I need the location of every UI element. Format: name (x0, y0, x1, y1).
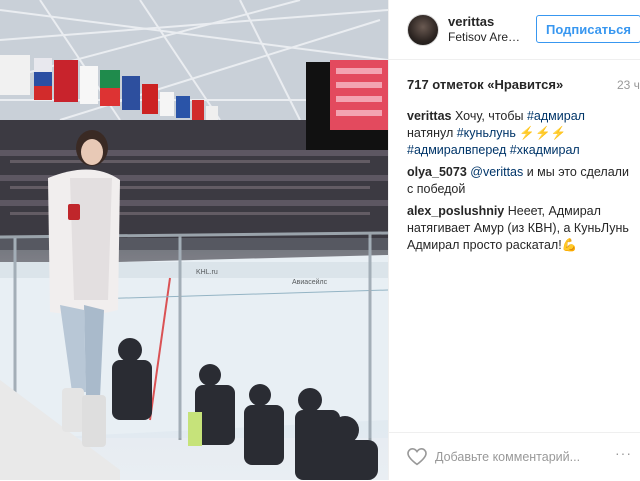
location-link[interactable]: Fetisov Are… (448, 30, 520, 44)
hashtag-link[interactable]: #адмиралвперед (407, 143, 506, 157)
likes-count[interactable]: 717 отметок «Нравится» (407, 77, 563, 92)
comment-text: Хочу, чтобы (454, 109, 527, 123)
comment-text: ⚡⚡⚡ (515, 126, 567, 140)
comment-username[interactable]: verittas (407, 109, 451, 123)
post-sidebar: verittas Fetisov Are… Подписаться 717 от… (388, 0, 640, 480)
post-header: verittas Fetisov Are… Подписаться (389, 0, 640, 60)
hashtag-link[interactable]: #хкадмирал (510, 143, 580, 157)
hashtag-link[interactable]: @verittas (470, 165, 523, 179)
comment-username[interactable]: alex_poslushniy (407, 204, 504, 218)
add-comment-input[interactable] (435, 446, 605, 468)
hashtag-link[interactable]: #адмирал (527, 109, 585, 123)
arena-photo-illustration: KHL.ru Авиасейлс (0, 0, 388, 480)
comment-item: olya_5073 @verittas и мы это сделали с п… (407, 164, 629, 198)
hashtag-link[interactable]: #куньлунь (457, 126, 516, 140)
comment-text: натянул (407, 126, 457, 140)
heart-icon[interactable] (407, 448, 427, 466)
add-comment-bar: ··· (389, 432, 640, 481)
instagram-post: KHL.ru Авиасейлс verittas Fetisov Are… П… (0, 0, 640, 480)
comments-list: verittas Хочу, чтобы #адмирал натянул #к… (407, 108, 629, 259)
comment-item: alex_poslushniy Нееет, Адмирал натягивае… (407, 203, 629, 254)
more-options-icon[interactable]: ··· (615, 445, 632, 461)
post-time[interactable]: 23 ч (617, 78, 640, 92)
follow-button[interactable]: Подписаться (536, 15, 640, 43)
avatar[interactable] (407, 14, 439, 46)
comment-item: verittas Хочу, чтобы #адмирал натянул #к… (407, 108, 629, 159)
post-photo[interactable]: KHL.ru Авиасейлс (0, 0, 388, 480)
username-link[interactable]: verittas (448, 14, 494, 29)
comment-username[interactable]: olya_5073 (407, 165, 467, 179)
